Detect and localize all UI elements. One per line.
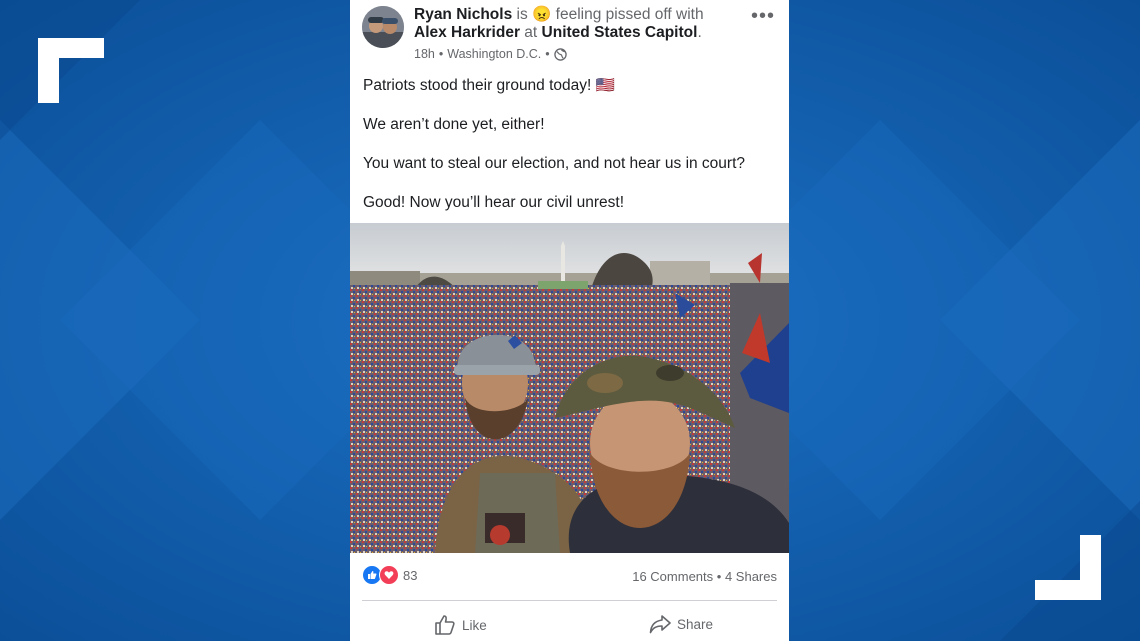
share-label: Share xyxy=(677,616,714,632)
post-actions: Like Share xyxy=(350,608,789,641)
feeling-emoji: 😠 xyxy=(532,6,552,23)
feeling-text: feeling pissed off with xyxy=(555,6,704,23)
comments-count[interactable]: 16 Comments xyxy=(632,569,713,584)
post-header: Ryan Nichols is 😠 feeling pissed off wit… xyxy=(362,4,777,64)
post-time[interactable]: 18h xyxy=(414,47,435,61)
like-button[interactable]: Like xyxy=(434,614,487,636)
love-reaction-icon xyxy=(379,565,399,585)
reaction-summary[interactable]: 83 xyxy=(362,565,417,585)
is-word: is xyxy=(516,6,528,23)
post-line: You want to steal our election, and not … xyxy=(363,155,746,172)
tagged-user[interactable]: Alex Harkrider xyxy=(414,24,520,41)
post-line: We aren’t done yet, either! xyxy=(363,116,545,133)
meta-dot-2: • xyxy=(545,47,550,61)
author-name[interactable]: Ryan Nichols xyxy=(414,6,512,23)
location-link[interactable]: United States Capitol xyxy=(542,24,698,41)
post-line: Good! Now you’ll hear our civil unrest! xyxy=(363,194,625,211)
shares-count[interactable]: 4 Shares xyxy=(725,569,777,584)
post-place[interactable]: Washington D.C. xyxy=(447,47,541,61)
counts-dot: • xyxy=(716,569,722,584)
divider xyxy=(362,600,777,601)
post-text: Patriots stood their ground today! 🇺🇸 We… xyxy=(363,76,778,232)
share-arrow-icon xyxy=(649,615,671,634)
more-options-icon[interactable]: ••• xyxy=(751,6,775,26)
avatar[interactable] xyxy=(362,6,404,48)
corner-bracket-top-left xyxy=(38,38,104,103)
meta-dot: • xyxy=(438,47,444,61)
post-meta: 18h • Washington D.C. • xyxy=(414,47,567,61)
thumbs-up-icon xyxy=(435,615,455,635)
globe-icon xyxy=(553,47,567,61)
share-button[interactable]: Share xyxy=(649,614,713,634)
reaction-count: 83 xyxy=(403,567,418,583)
corner-bracket-bottom-right xyxy=(1035,535,1101,600)
facebook-post: Ryan Nichols is 😠 feeling pissed off wit… xyxy=(350,0,789,641)
headline-period: . xyxy=(697,24,702,41)
post-line: Patriots stood their ground today! 🇺🇸 xyxy=(363,77,615,94)
post-photo[interactable] xyxy=(350,223,789,553)
reactions-bar: 83 16 Comments • 4 Shares xyxy=(362,565,777,587)
engagement-counts: 16 Comments • 4 Shares xyxy=(632,569,777,584)
like-label: Like xyxy=(462,617,487,633)
post-headline: Ryan Nichols is 😠 feeling pissed off wit… xyxy=(414,6,726,42)
at-word: at xyxy=(524,24,538,41)
